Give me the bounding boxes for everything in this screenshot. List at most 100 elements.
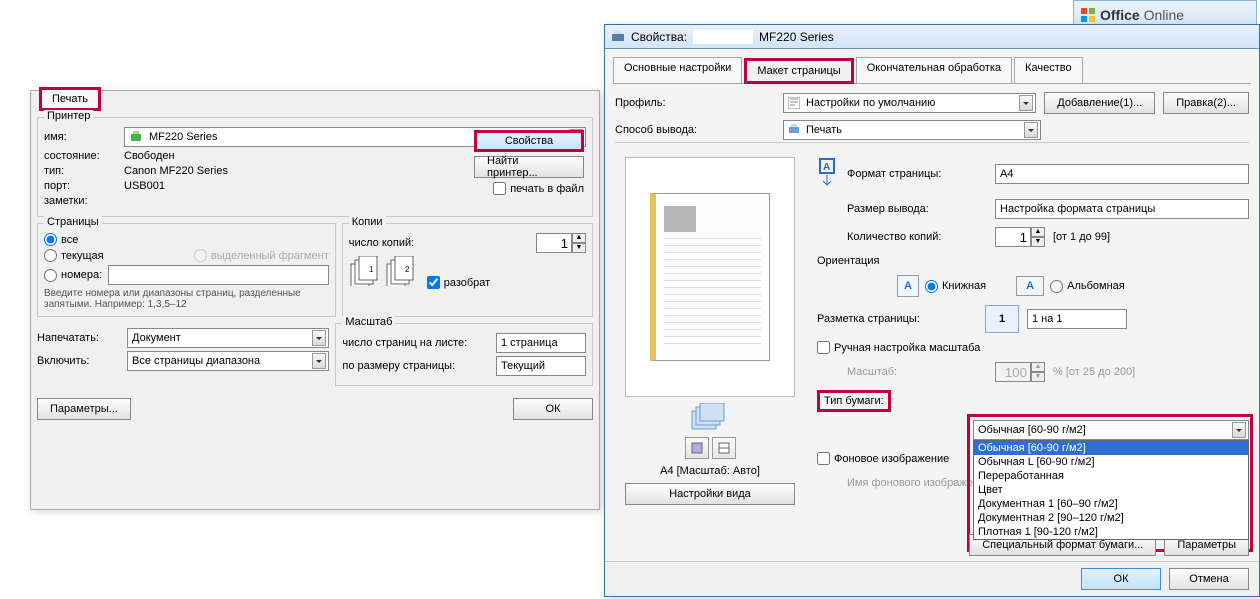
view-mode-1-button[interactable] (685, 437, 709, 459)
spin-up-icon[interactable]: ▲ (572, 233, 586, 243)
profile-select[interactable]: Настройки по умолчанию (783, 93, 1036, 113)
legend-scale: Масштаб (342, 316, 395, 328)
printer-icon (611, 30, 625, 44)
print-dialog: Печать Принтер имя: MF220 Series состоян… (30, 90, 600, 510)
scale-range: % [от 25 до 200] (1053, 366, 1135, 378)
tab-page-layout[interactable]: Макет страницы (744, 58, 853, 84)
scale-spinner: ▲▼ (995, 362, 1045, 382)
print-icon (788, 124, 800, 136)
label-profile: Профиль: (615, 97, 775, 109)
collate-checkbox[interactable]: разобрат (427, 276, 490, 289)
label-status: состояние: (44, 150, 124, 162)
print-ok-button[interactable]: ОК (513, 398, 593, 420)
edit-profile-button[interactable]: Правка(2)... (1163, 92, 1249, 114)
label-notes: заметки: (44, 195, 124, 207)
radio-numbers[interactable]: номера: (44, 269, 102, 282)
properties-button[interactable]: Свойства (474, 130, 584, 152)
label-output-method: Способ вывода: (615, 124, 775, 136)
label-page-layout: Разметка страницы: (817, 313, 977, 325)
label-print-what: Напечатать: (37, 332, 127, 344)
copy-count-spinner[interactable]: ▲▼ (995, 227, 1045, 247)
label-printer-name: имя: (44, 131, 124, 143)
tab-quality[interactable]: Качество (1014, 57, 1083, 83)
output-size-select[interactable]: Настройка формата страницы (995, 199, 1249, 219)
pages-stack-icon (690, 403, 730, 431)
radio-landscape[interactable]: Альбомная (1050, 280, 1125, 293)
options-button[interactable]: Параметры... (37, 398, 131, 420)
group-printer: Принтер имя: MF220 Series состояние:Своб… (37, 117, 593, 217)
preview-panel: A4 [Масштаб: Авто] Настройки вида (615, 157, 805, 505)
printer-select-value: MF220 Series (149, 131, 217, 143)
view-settings-button[interactable]: Настройки вида (625, 483, 795, 505)
view-mode-2-button[interactable] (712, 437, 736, 459)
preview-caption: A4 [Масштаб: Авто] (660, 465, 760, 477)
chevron-down-icon[interactable] (1019, 95, 1033, 111)
radio-current[interactable]: текущая (44, 249, 104, 262)
paper-type-option[interactable]: Документная 1 [60–90 г/м2] (974, 497, 1248, 511)
pages-per-sheet-select[interactable]: 1 страница (496, 333, 586, 353)
find-printer-button[interactable]: Найти принтер... (474, 156, 584, 178)
copies-range: [от 1 до 99] (1053, 231, 1110, 243)
print-to-file-checkbox[interactable]: печать в файл (493, 182, 584, 195)
layout-icon: 1 (985, 305, 1019, 333)
tab-finishing[interactable]: Окончательная обработка (856, 57, 1012, 83)
ok-button[interactable]: ОК (1081, 568, 1161, 590)
value-type: Canon MF220 Series (124, 165, 228, 177)
paper-type-option[interactable]: Плотная 1 [90-120 г/м2] (974, 525, 1248, 539)
fit-to-select[interactable]: Текущий (496, 356, 586, 376)
pages-hint: Введите номера или диапазоны страниц, ра… (44, 288, 329, 310)
title-device: MF220 Series (759, 30, 834, 44)
properties-tabs: Основные настройки Макет страницы Оконча… (613, 57, 1251, 84)
properties-dialog: Свойства: MF220 Series Основные настройк… (604, 24, 1260, 597)
label-port: порт: (44, 180, 124, 192)
chevron-down-icon[interactable] (1024, 122, 1038, 138)
page-layout-select[interactable]: 1 на 1 (1027, 309, 1127, 329)
collate-icon: 12 (349, 256, 419, 289)
printer-icon (129, 130, 143, 144)
include-select[interactable]: Все страницы диапазона (127, 351, 329, 371)
label-copies: число копий: (349, 237, 536, 249)
office-logo-icon (1080, 7, 1096, 23)
chevron-down-icon[interactable] (312, 353, 326, 369)
tab-print[interactable]: Печать (39, 87, 101, 111)
paper-type-option[interactable]: Цвет (974, 483, 1248, 497)
label-type: тип: (44, 165, 124, 177)
paper-type-option[interactable]: Обычная L [60-90 г/м2] (974, 455, 1248, 469)
copies-spinner[interactable]: ▲▼ (536, 233, 586, 253)
manual-scale-checkbox[interactable]: Ручная настройка масштаба (817, 341, 1249, 354)
portrait-icon: A (897, 275, 919, 297)
label-orientation: Ориентация (817, 255, 1249, 267)
label-fit-to: по размеру страницы: (342, 360, 496, 372)
page-numbers-input[interactable] (108, 265, 329, 285)
radio-all[interactable]: все (44, 233, 78, 246)
label-scale: Масштаб: (847, 366, 987, 378)
radio-portrait[interactable]: Книжная (925, 280, 986, 293)
tab-main-settings[interactable]: Основные настройки (613, 57, 742, 83)
spin-down-icon[interactable]: ▼ (572, 243, 586, 253)
output-method-select[interactable]: Печать (783, 120, 1041, 140)
chevron-down-icon[interactable] (312, 330, 326, 346)
spin-down-icon[interactable]: ▼ (1031, 237, 1045, 247)
group-copies: Копии число копий: ▲▼ 12 разобрат (342, 223, 593, 317)
profile-icon (788, 97, 800, 109)
svg-text:А: А (823, 162, 830, 173)
cancel-button[interactable]: Отмена (1169, 568, 1249, 590)
group-pages: Страницы все текущая выделенный фрагмент… (37, 223, 336, 317)
paper-type-open-list[interactable]: Обычная [60-90 г/м2] Обычная L [60-90 г/… (973, 440, 1249, 540)
paper-type-option[interactable]: Обычная [60-90 г/м2] (974, 441, 1248, 455)
print-what-select[interactable]: Документ (127, 328, 329, 348)
office-brand-text: Office Online (1100, 7, 1184, 23)
add-profile-button[interactable]: Добавление(1)... (1044, 92, 1155, 114)
page-size-select[interactable]: A4 (995, 164, 1249, 184)
legend-copies: Копии (349, 216, 386, 228)
title-prefix: Свойства: (631, 30, 687, 44)
paper-type-option[interactable]: Документная 2 [90–120 г/м2] (974, 511, 1248, 525)
label-include: Включить: (37, 355, 127, 367)
group-scale: Масштаб число страниц на листе: 1 страни… (335, 323, 593, 386)
value-status: Свободен (124, 150, 175, 162)
landscape-icon: A (1016, 276, 1044, 296)
paper-type-option[interactable]: Переработанная (974, 469, 1248, 483)
label-pages-per-sheet: число страниц на листе: (342, 337, 496, 349)
radio-selection: выделенный фрагмент (194, 249, 329, 262)
spin-up-icon[interactable]: ▲ (1031, 227, 1045, 237)
